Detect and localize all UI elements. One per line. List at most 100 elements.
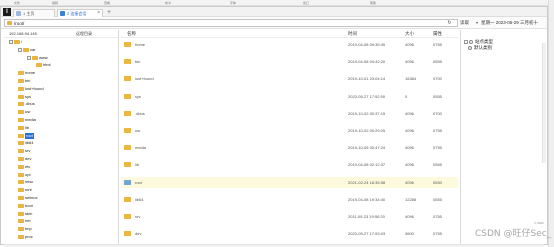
background-menu-item: 窗口	[303, 1, 310, 5]
tree-item-label: boot	[25, 202, 33, 208]
file-size: 4096	[405, 110, 414, 116]
vertical-scrollbar[interactable]	[542, 43, 546, 163]
host-ip: 192.168.94.145	[9, 31, 37, 36]
tree-item-label: selinux	[25, 195, 38, 200]
close-tab-icon[interactable]: ×	[97, 10, 100, 17]
file-time: 2019-04-08 04:42:20	[348, 59, 386, 65]
file-name: srv	[135, 214, 141, 219]
column-time[interactable]: 时间	[348, 30, 357, 37]
file-time: 2019-10-02 00:37:15	[348, 110, 386, 116]
tree-item-label: mnt	[25, 187, 32, 193]
file-time: 2021-02-24 18:35:58	[348, 179, 386, 185]
folder-icon	[124, 93, 131, 99]
file-time: 2019-04-08 19:34:40	[348, 196, 386, 202]
expand-toggle-icon[interactable]: -	[9, 40, 13, 44]
tree-item-label: sys	[25, 93, 31, 99]
folder-icon	[124, 196, 131, 202]
tree-item-label: opt	[25, 171, 31, 177]
folder-icon	[124, 42, 131, 47]
tree-item-label: html	[43, 62, 51, 68]
file-time: 2023-05-27 17:52:00	[348, 93, 386, 99]
file-time: 2011-09-23 19:50:20	[348, 214, 385, 219]
tree-item-label: home	[25, 70, 36, 76]
tree-item-label: usr	[25, 109, 31, 115]
background-menu-item: 命令	[165, 1, 172, 5]
expand-toggle-icon[interactable]: -	[18, 47, 22, 52]
tab-session[interactable]: 2 连接会话 ×	[57, 9, 103, 17]
file-time: 2019-10-01 23:04:14	[348, 76, 386, 82]
title-bar: I 1 主页 2 连接会话 × +	[1, 7, 547, 17]
folder-icon	[18, 86, 24, 91]
file-size: 3600	[405, 231, 414, 237]
file-row[interactable]: lost+found 2019-10-01 23:04:14 16384 0700	[121, 73, 458, 84]
tree-item-label: www	[39, 54, 48, 60]
file-attr: 0755	[433, 42, 442, 47]
file-row[interactable]: root 2021-02-24 18:35:58 4096 0550	[121, 176, 458, 188]
file-row[interactable]: lib64 2019-04-08 19:34:40 12288 0555	[121, 194, 458, 205]
file-size: 4096	[405, 128, 414, 133]
file-name: root	[135, 179, 142, 185]
tree-item-label: proc	[25, 234, 33, 239]
file-row[interactable]: home 2019-04-08 09:35:45 4096 0755	[121, 39, 458, 50]
folder-icon	[124, 110, 131, 116]
file-size: 4096	[405, 214, 414, 219]
directory-tree-panel: 192.168.94.145 远程目录 - / - var - www html home bi…	[4, 30, 119, 244]
column-size[interactable]: 大小	[405, 30, 414, 37]
file-size: 4096	[405, 59, 414, 65]
folder-icon	[124, 162, 131, 168]
tab-home[interactable]: 1 主页	[13, 9, 55, 17]
background-menu-item: 查看	[104, 1, 111, 5]
file-name: bin	[135, 59, 141, 65]
path-input[interactable]: /root/ ↻	[4, 19, 458, 27]
folder-icon	[14, 40, 20, 44]
tree-item-label: root	[25, 132, 34, 139]
folder-icon	[18, 164, 24, 169]
file-row[interactable]: bin 2019-04-08 04:42:20 4096 0555	[121, 56, 458, 67]
file-attr: 0555	[433, 59, 442, 65]
folder-icon	[18, 133, 24, 138]
file-row[interactable]: srv 2011-09-23 19:50:20 4096 0755	[121, 211, 458, 222]
folder-icon	[18, 118, 24, 122]
file-row[interactable]: media 2019-10-05 00:47:24 4096 0755	[121, 142, 458, 153]
file-attr: 0700	[433, 76, 442, 82]
tree-item-label: .dbus	[25, 101, 35, 107]
folder-icon	[124, 128, 131, 133]
column-name[interactable]: 名称	[127, 30, 136, 37]
file-name: sys	[135, 93, 141, 99]
file-row[interactable]: .dbus 2019-10-02 00:37:15 4096 0700	[121, 108, 458, 119]
expand-toggle-icon[interactable]: -	[464, 40, 468, 44]
file-row[interactable]: dev 2023-05-27 17:53:03 3600 0755	[121, 228, 458, 239]
folder-icon	[18, 102, 24, 107]
folder-icon	[18, 94, 24, 99]
read-button[interactable]: 读取	[460, 20, 469, 26]
add-tab-button[interactable]: +	[105, 9, 113, 17]
csdn-watermark: CSDN @旺仔Sec_	[475, 229, 552, 239]
file-name: lost+found	[135, 76, 154, 82]
file-size: 12288	[405, 196, 417, 202]
path-bar: /root/ ↻ 读取 ▾ 星期一 2023-05-29 三月初十	[1, 17, 547, 29]
tree-item-label: etc	[25, 163, 31, 169]
refresh-icon[interactable]: ↻	[446, 21, 453, 26]
file-size: 4096	[405, 162, 414, 168]
file-row[interactable]: usr 2019-10-02 00:29:25 4096 0755	[121, 125, 458, 136]
folder-icon	[18, 235, 24, 239]
mini-caption: © 2023	[534, 221, 544, 225]
tree-item-label: tmp	[25, 226, 32, 232]
tree-item-label: sbin	[25, 210, 33, 216]
folder-icon	[18, 79, 24, 83]
file-row[interactable]: lib 2019-04-08 02:12:37 4096 0555	[121, 159, 458, 170]
file-time: 2019-10-02 00:29:25	[348, 128, 386, 133]
column-attr[interactable]: 属性	[433, 30, 442, 37]
folder-icon	[124, 179, 131, 185]
tree-item-label: /	[21, 39, 23, 44]
folder-icon	[124, 231, 131, 237]
background-right-edge	[548, 0, 554, 247]
tree-item-label: lib	[25, 124, 30, 130]
chevron-down-icon[interactable]: ▾	[476, 20, 478, 25]
file-name: usr	[135, 128, 141, 133]
file-row[interactable]: sys 2023-05-27 17:52:00 0 0555	[121, 91, 458, 102]
expand-toggle-icon[interactable]: -	[27, 55, 31, 60]
background-menu-item: 帮助	[370, 1, 377, 5]
folder-icon	[18, 141, 24, 146]
file-size: 4096	[405, 179, 414, 185]
